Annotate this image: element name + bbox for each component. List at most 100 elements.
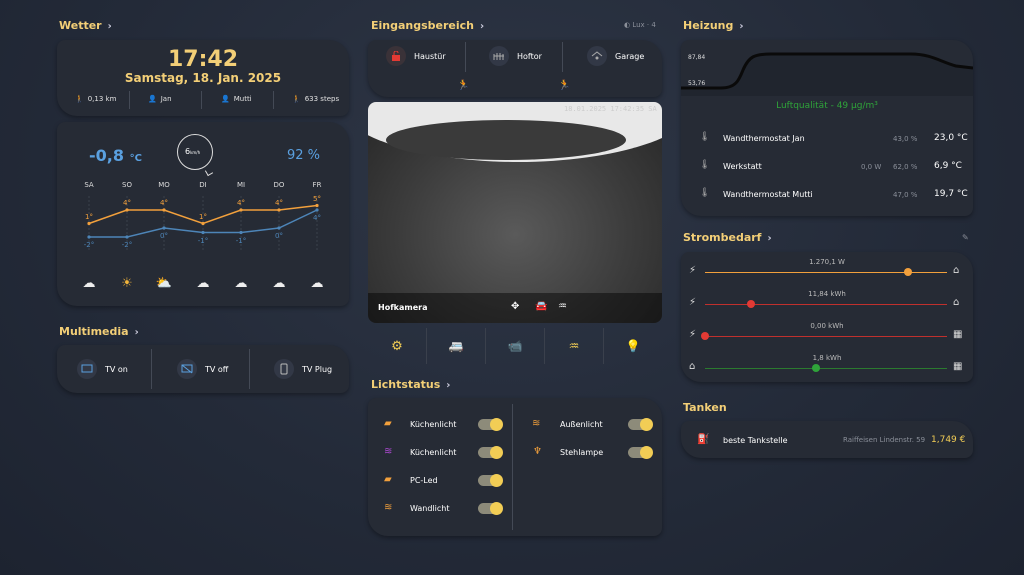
led-strip-icon: ≋ — [384, 446, 393, 457]
power-title[interactable]: Strombedarf › — [683, 231, 772, 244]
thermometer-icon: 🌡 — [699, 160, 711, 170]
lock-open-icon — [386, 46, 406, 66]
humidity: 92 % — [287, 148, 321, 163]
camper-van-icon[interactable]: 🚐 — [427, 328, 486, 364]
current-temperature: -0,8 °C — [89, 146, 142, 165]
clock-date: Samstag, 18. Jan. 2025 — [124, 71, 282, 85]
weather-title[interactable]: Wetter › — [59, 19, 112, 32]
move-icon[interactable]: ✥ — [511, 301, 519, 312]
led-strip-icon: ≋ — [384, 502, 393, 513]
thermostat-humidity: 43,0 % — [893, 135, 918, 143]
power-level-dot — [812, 364, 821, 372]
heating-title[interactable]: Heizung › — [683, 19, 744, 32]
light-toggle[interactable] — [628, 446, 653, 459]
stat-distance: 🚶 0,13 km — [75, 95, 117, 103]
light-label: Stehlampe — [560, 448, 604, 457]
fuel-title: Tanken — [683, 401, 727, 414]
motion-sensor-icon: 🏃 — [457, 80, 470, 91]
car-icon[interactable]: 🚘 — [535, 301, 547, 312]
camera-feed[interactable]: 18.01.2025 17:42:35 SA Hofkamera ✥ 🚘 ♒ — [368, 102, 662, 323]
low-temperature-point — [239, 230, 243, 235]
yard-gate-button[interactable]: Hoftor — [489, 46, 542, 66]
light-label: Küchenlicht — [410, 448, 457, 457]
light-toggle[interactable] — [628, 418, 653, 431]
light-strip-icon: ▰ — [384, 474, 392, 485]
power-level-dot — [746, 300, 755, 308]
power-card: ⚡ 1.270,1 W ⌂ ⚡ 11,84 kWh ⌂ ⚡ 0,00 kWh ▦ ⌂ … — [681, 252, 973, 382]
camera-roof — [386, 120, 626, 160]
high-temperature-point — [239, 208, 243, 212]
forecast-day: DI — [199, 181, 207, 189]
garage-icon — [587, 46, 607, 66]
partly-cloudy-icon: ⛅ — [155, 276, 173, 291]
fuel-card: ⛽ beste Tankstelle Raiffeisen Lindenstr.… — [681, 421, 973, 458]
lights-title[interactable]: Lichtstatus › — [371, 378, 450, 391]
solar-panel-icon: ▦ — [953, 361, 963, 372]
light-toggle[interactable] — [478, 474, 503, 487]
high-temperature-point — [87, 221, 91, 226]
home-icon: ⌂ — [689, 361, 696, 372]
power-track — [705, 368, 947, 369]
spotlight-icon[interactable]: 💡 — [604, 328, 662, 364]
front-door-button[interactable]: Haustür — [386, 46, 446, 66]
cloud-icon: ☁ — [310, 276, 324, 291]
forecast-day: SO — [122, 181, 132, 189]
multimedia-title[interactable]: Multimedia › — [59, 325, 139, 338]
tv-icon — [77, 359, 97, 379]
lux-value: ◐ Lux · 4 — [624, 21, 656, 29]
home-icon: ⌂ — [953, 265, 960, 276]
fuel-price: 1,749 € — [931, 435, 966, 445]
power-level-dot — [904, 268, 913, 276]
low-temperature-point — [315, 208, 319, 212]
air-quality: Luftqualität - 49 µg/m³ — [776, 101, 878, 111]
tv-off-button[interactable]: TV off — [177, 359, 228, 379]
forecast-day: FR — [312, 181, 322, 189]
thermostat-temperature: 19,7 °C — [934, 189, 968, 199]
grid-tower-icon: ⚡ — [689, 297, 697, 308]
entrance-title[interactable]: Eingangsbereich › — [371, 19, 484, 32]
cloud-icon: ☁ — [196, 276, 210, 291]
cloud-icon: ☁ — [82, 276, 96, 291]
thermostat-name: Werkstatt — [723, 162, 762, 171]
user-icon: 👤 — [148, 95, 157, 103]
thermostat-name: Wandthermostat Mutti — [723, 190, 813, 199]
thermostat-power: 0,0 W — [861, 163, 882, 171]
pool-icon[interactable]: ♒ — [558, 301, 567, 312]
power-value: 1.270,1 W — [809, 258, 845, 266]
pool-icon[interactable]: ♒ — [545, 328, 604, 364]
light-toggle[interactable] — [478, 502, 503, 515]
low-temperature-point — [87, 235, 91, 239]
high-temperature-point — [125, 208, 129, 212]
tv-plug-button[interactable]: TV Plug — [274, 359, 332, 379]
high-temperature-points — [87, 203, 319, 226]
lights-card: ▰ Küchenlicht ≋ Küchenlicht ▰ PC-Led ≋ W… — [368, 398, 662, 536]
high-temperature-point — [315, 203, 319, 208]
light-label: Küchenlicht — [410, 420, 457, 429]
tv-on-button[interactable]: TV on — [77, 359, 128, 379]
clock-card: 17:42 Samstag, 18. Jan. 2025 🚶 0,13 km 👤 J… — [57, 40, 349, 116]
light-toggle[interactable] — [478, 418, 503, 431]
motion-sensor-icon: 🏃 — [558, 80, 571, 91]
high-temperature-point — [277, 208, 281, 212]
doors-card: Haustür Hoftor Garage 🏃 🏃 — [368, 40, 662, 97]
forecast-graph — [87, 196, 319, 252]
thermostat-temperature: 23,0 °C — [934, 133, 968, 143]
gear-icon[interactable]: ⚙ — [368, 328, 427, 364]
home-icon: ⌂ — [953, 297, 960, 308]
power-value: 1,8 kWh — [812, 354, 842, 362]
user-icon: 👤 — [221, 95, 230, 103]
wind-speed: 6km/h — [185, 147, 201, 156]
graph-min: 53,76 — [688, 80, 706, 87]
power-track — [705, 304, 947, 305]
tv-off-icon — [177, 359, 197, 379]
grid-tower-icon: ⚡ — [689, 329, 697, 340]
power-value: 11,84 kWh — [808, 290, 846, 298]
camera-timestamp: 18.01.2025 17:42:35 SA — [564, 105, 657, 113]
grid-tower-icon: ⚡ — [689, 265, 697, 276]
garage-button[interactable]: Garage — [587, 46, 644, 66]
forecast-day: MI — [236, 181, 246, 189]
security-camera-icon[interactable]: 📹 — [486, 328, 545, 364]
light-toggle[interactable] — [478, 446, 503, 459]
edit-icon[interactable]: ✎ — [962, 233, 969, 242]
sun-icon: ☀ — [121, 276, 133, 291]
